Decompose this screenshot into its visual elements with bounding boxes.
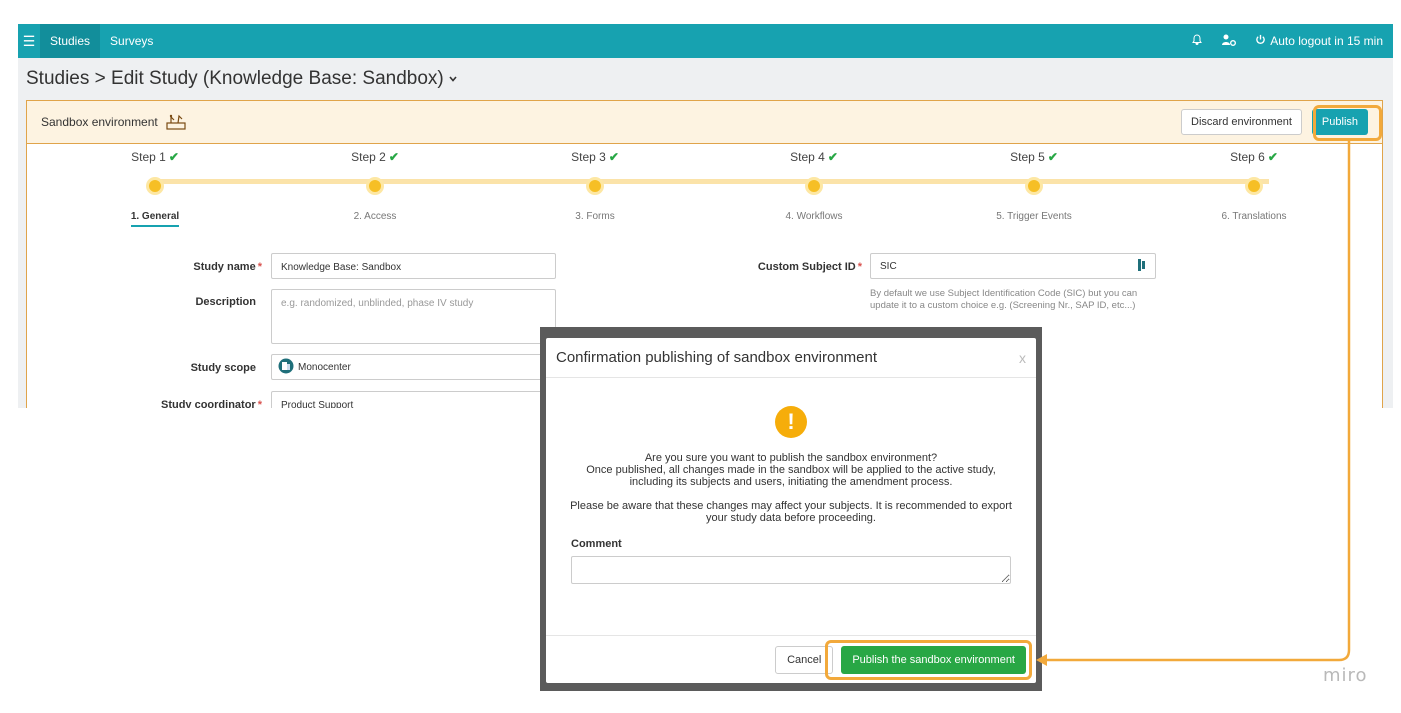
app-canvas: ☰ Studies Surveys Auto logout in 15 min xyxy=(0,0,1401,713)
miro-logo: miro xyxy=(1323,665,1368,686)
connector-arrow xyxy=(1036,141,1351,666)
